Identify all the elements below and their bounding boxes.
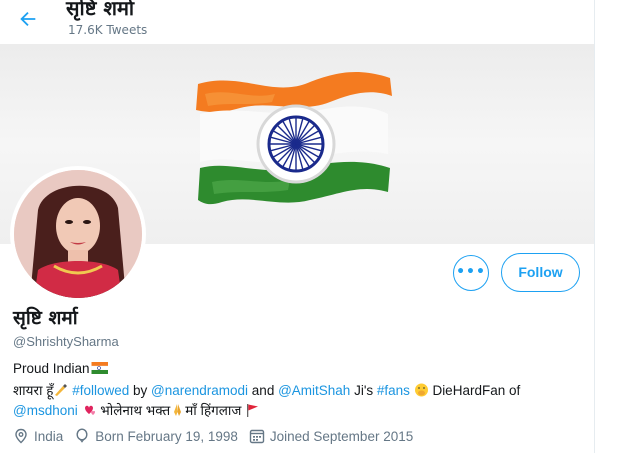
birthday-text: Born February 19, 1998 [95, 428, 238, 444]
bio-text: Proud Indian [13, 361, 90, 376]
profile-header: सृष्टि शर्मा 17.6K Tweets [0, 0, 594, 44]
profile-handle: @ShrishtySharma [13, 334, 119, 349]
avatar-photo [14, 170, 142, 298]
location-text: India [34, 428, 64, 444]
hashtag-followed[interactable]: #followed [72, 383, 129, 398]
bio-text: and [248, 383, 279, 398]
avatar[interactable] [10, 166, 146, 302]
bio-text: Ji's [350, 383, 377, 398]
back-arrow-icon [20, 11, 36, 27]
hashtag-fans[interactable]: #fans [377, 383, 410, 398]
tweets-count: 17.6K Tweets [68, 23, 148, 37]
location-pin-icon [15, 428, 27, 444]
bio-text: by [129, 383, 152, 398]
bio-text: भोलेनाथ भक्त [96, 403, 171, 418]
bio-text: DieHardFan of [428, 383, 521, 398]
profile-column: सृष्टि शर्मा 17.6K Tweets ••• Follow सृष… [0, 0, 595, 453]
profile-meta: India Born February 19, 1998 Joined Sept… [13, 428, 424, 444]
bio-line-1: Proud Indian [13, 361, 108, 376]
folded-hands-emoji [174, 404, 182, 416]
follow-button[interactable]: Follow [501, 253, 580, 292]
more-dots-icon: ••• [456, 264, 486, 280]
bio-line-2: शायरा हूँ #followed by @narendramodi and… [13, 381, 520, 399]
hand-over-mouth-emoji [414, 383, 428, 397]
back-button[interactable] [13, 4, 43, 34]
location-item: India [13, 428, 63, 444]
joined-text: Joined September 2015 [269, 428, 414, 444]
calendar-icon [249, 429, 265, 444]
bio-text: माँ हिंगलाज [185, 403, 246, 418]
mention-msdhoni[interactable]: @msdhoni [13, 403, 78, 418]
red-flag-emoji [247, 404, 259, 417]
birthday-item: Born February 19, 1998 [74, 428, 238, 444]
mention-amitshah[interactable]: @AmitShah [278, 383, 350, 398]
profile-name: सृष्टि शर्मा [13, 307, 78, 329]
balloon-icon [76, 428, 88, 443]
writing-hand-emoji [55, 384, 68, 396]
joined-item: Joined September 2015 [249, 428, 413, 444]
mention-narendramodi[interactable]: @narendramodi [151, 383, 248, 398]
header-title: सृष्टि शर्मा [66, 0, 135, 20]
bio-text: शायरा हूँ [13, 383, 54, 398]
two-hearts-emoji [84, 405, 95, 415]
india-flag-emoji [90, 362, 108, 374]
bio-line-3: @msdhoni भोलेनाथ भक्त माँ हिंगलाज [13, 401, 260, 419]
more-options-button[interactable]: ••• [453, 255, 489, 291]
